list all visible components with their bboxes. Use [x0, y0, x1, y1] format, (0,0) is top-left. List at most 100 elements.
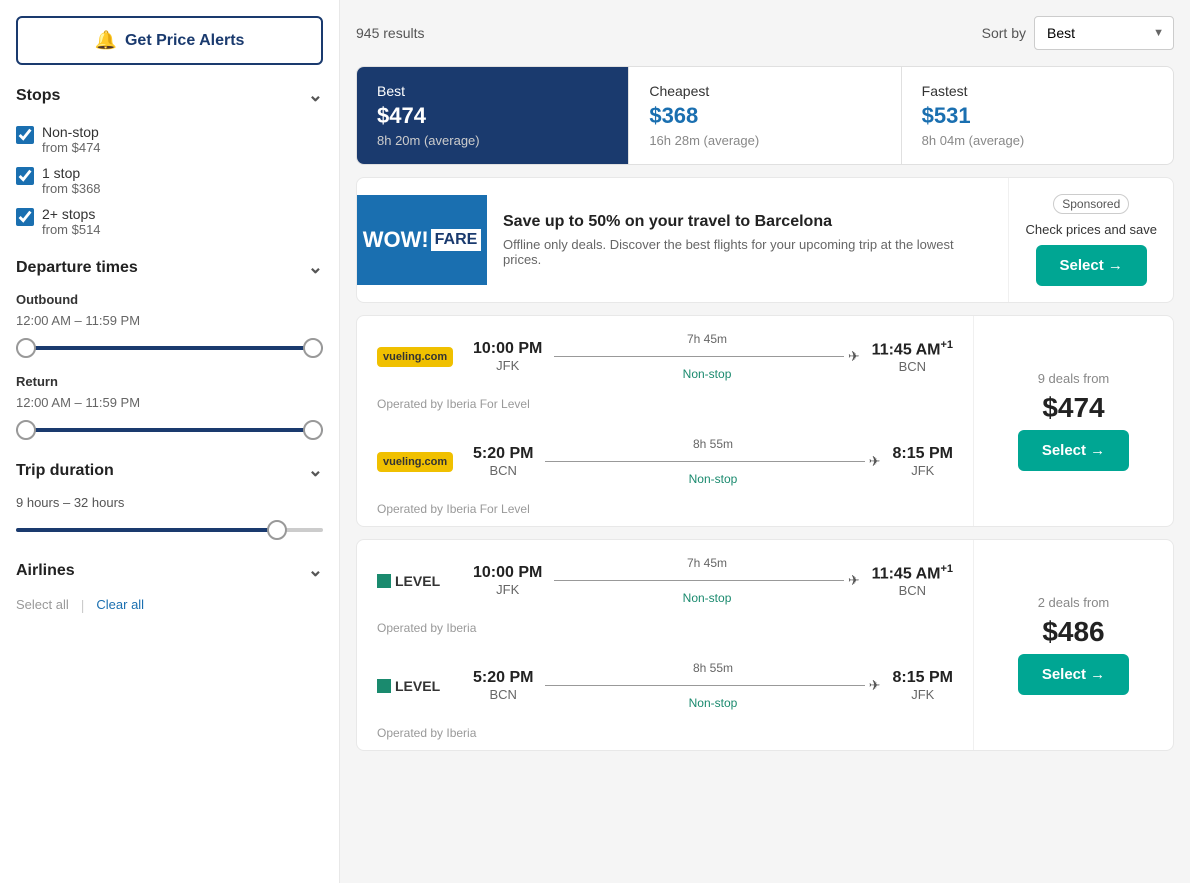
outbound-slider-thumb-left[interactable] — [16, 338, 36, 358]
outbound-slider[interactable] — [16, 338, 323, 358]
return-slider-thumb-left[interactable] — [16, 420, 36, 440]
flight-2-depart-time: 10:00 PM — [473, 564, 542, 582]
trip-duration-track — [16, 528, 277, 532]
tab-fastest-price: $531 — [922, 103, 1153, 129]
flight-1-select-button[interactable]: Select → — [1018, 430, 1129, 471]
flight-1-arrive: 11:45 AM+1 BCN — [872, 339, 953, 374]
flight-2-outbound-airline: LEVEL — [377, 573, 457, 589]
level-label-1: LEVEL — [395, 573, 440, 589]
tab-cheapest-price: $368 — [649, 103, 880, 129]
select-all-button[interactable]: Select all — [16, 597, 69, 613]
flight-2-depart-airport: JFK — [473, 582, 542, 597]
flight-1-return-arrive-time: 8:15 PM — [893, 445, 953, 463]
flight-1-arrive-airport: BCN — [872, 359, 953, 374]
sort-wrapper: Best Cheapest Fastest — [1034, 16, 1174, 50]
nonstop-price: from $474 — [42, 140, 101, 155]
line-2 — [545, 461, 864, 462]
flight-2-outbound-duration: 7h 45m ✈ Non-stop — [554, 556, 859, 605]
airlines-divider: | — [81, 597, 85, 613]
departure-header: Departure times ⌄ — [16, 257, 323, 286]
flight-2-outbound-nonstop: Non-stop — [683, 591, 732, 605]
tab-fastest[interactable]: Fastest $531 8h 04m (average) — [902, 67, 1173, 164]
flight-1-return-depart-time: 5:20 PM — [473, 445, 533, 463]
price-alert-button[interactable]: 🔔 Get Price Alerts — [16, 16, 323, 65]
sort-select[interactable]: Best Cheapest Fastest — [1034, 16, 1174, 50]
tab-cheapest-label: Cheapest — [649, 83, 880, 99]
tab-best-price: $474 — [377, 103, 608, 129]
twostop-checkbox[interactable] — [16, 208, 34, 226]
nonstop-filter[interactable]: Non-stop from $474 — [16, 124, 323, 155]
level-logo-2: LEVEL — [377, 678, 457, 694]
vueling-logo-1-return: vueling.com — [377, 452, 453, 472]
flight-2-return: LEVEL 5:20 PM BCN 8h 55m ✈ — [357, 645, 973, 726]
flight-card-1-right: 9 deals from $474 Select → — [973, 316, 1173, 526]
flight-1-outbound-nonstop: Non-stop — [683, 367, 732, 381]
onestop-checkbox[interactable] — [16, 167, 34, 185]
flight-1-return-arrive-airport: JFK — [893, 463, 953, 478]
tab-best-label: Best — [377, 83, 608, 99]
ad-action: Sponsored Check prices and save Select → — [1008, 178, 1173, 302]
level-square-icon-2 — [377, 679, 391, 693]
return-label: Return — [16, 374, 323, 389]
flight-2-return-times: 5:20 PM BCN 8h 55m ✈ Non-stop — [473, 661, 953, 710]
ad-select-button[interactable]: Select → — [1036, 245, 1147, 286]
line-4 — [545, 685, 864, 686]
flight-2-arrive: 11:45 AM+1 BCN — [872, 563, 953, 598]
flight-1-return-nonstop: Non-stop — [689, 472, 738, 486]
nonstop-checkbox[interactable] — [16, 126, 34, 144]
flight-card-2: LEVEL 10:00 PM JFK 7h 45m ✈ — [356, 539, 1174, 751]
trip-duration-slider[interactable] — [16, 520, 323, 540]
return-slider[interactable] — [16, 420, 323, 440]
trip-duration-thumb[interactable] — [267, 520, 287, 540]
flight-card-1: vueling.com 10:00 PM JFK 7h 45m ✈ — [356, 315, 1174, 527]
level-logo-1: LEVEL — [377, 573, 457, 589]
flight-2-outbound: LEVEL 10:00 PM JFK 7h 45m ✈ — [357, 540, 973, 621]
line-3 — [554, 580, 844, 581]
trip-duration-section: Trip duration ⌄ 9 hours – 32 hours — [16, 460, 323, 540]
flight-1-return-line: ✈ — [545, 453, 880, 470]
flight-2-return-nonstop: Non-stop — [689, 696, 738, 710]
stops-chevron-icon[interactable]: ⌄ — [308, 85, 323, 106]
departure-times-section: Departure times ⌄ Outbound 12:00 AM – 11… — [16, 257, 323, 440]
flight-card-2-right: 2 deals from $486 Select → — [973, 540, 1173, 750]
flight-1-outbound-operated: Operated by Iberia For Level — [357, 397, 973, 421]
return-slider-thumb-right[interactable] — [303, 420, 323, 440]
flight-card-1-left: vueling.com 10:00 PM JFK 7h 45m ✈ — [357, 316, 973, 526]
tab-fastest-label: Fastest — [922, 83, 1153, 99]
airlines-section: Airlines ⌄ Select all | Clear all — [16, 560, 323, 613]
flight-2-return-arrive-time: 8:15 PM — [893, 669, 953, 687]
flight-1-return-depart-airport: BCN — [473, 463, 533, 478]
flight-1-outbound-times: 10:00 PM JFK 7h 45m ✈ Non-stop — [473, 332, 953, 381]
plane-icon-3: ✈ — [848, 572, 860, 589]
flight-2-outbound-operated: Operated by Iberia — [357, 621, 973, 645]
airlines-chevron-icon[interactable]: ⌄ — [308, 560, 323, 581]
twostop-filter[interactable]: 2+ stops from $514 — [16, 206, 323, 237]
departure-chevron-icon[interactable]: ⌄ — [308, 257, 323, 278]
tab-cheapest[interactable]: Cheapest $368 16h 28m (average) — [629, 67, 901, 164]
flight-2-return-duration-text: 8h 55m — [693, 661, 733, 675]
tab-best[interactable]: Best $474 8h 20m (average) — [357, 67, 629, 164]
departure-title: Departure times — [16, 259, 138, 277]
flight-2-select-button[interactable]: Select → — [1018, 654, 1129, 695]
flight-1-deals-from: 9 deals from — [1038, 371, 1110, 386]
ad-card: WOW! FARE Save up to 50% on your travel … — [356, 177, 1174, 303]
stops-section: Stops ⌄ Non-stop from $474 1 stop from $… — [16, 85, 323, 237]
outbound-slider-thumb-right[interactable] — [303, 338, 323, 358]
fare-text: FARE — [431, 229, 482, 251]
tab-fastest-duration: 8h 04m (average) — [922, 133, 1153, 148]
onestop-price: from $368 — [42, 181, 101, 196]
flight-1-outbound-duration-text: 7h 45m — [687, 332, 727, 346]
outbound-track — [16, 346, 323, 350]
ad-subtitle: Check prices and save — [1025, 222, 1157, 237]
trip-duration-chevron-icon[interactable]: ⌄ — [308, 460, 323, 481]
flight-1-return-operated: Operated by Iberia For Level — [357, 502, 973, 526]
flight-1-outbound: vueling.com 10:00 PM JFK 7h 45m ✈ — [357, 316, 973, 397]
clear-all-button[interactable]: Clear all — [96, 597, 144, 613]
flight-2-arrive-time: 11:45 AM+1 — [872, 563, 953, 583]
sponsored-badge: Sponsored — [1053, 194, 1129, 214]
bell-icon: 🔔 — [95, 30, 117, 51]
flight-2-return-depart-airport: BCN — [473, 687, 533, 702]
flight-2-return-depart: 5:20 PM BCN — [473, 669, 533, 702]
onestop-filter[interactable]: 1 stop from $368 — [16, 165, 323, 196]
flight-1-return-duration-text: 8h 55m — [693, 437, 733, 451]
